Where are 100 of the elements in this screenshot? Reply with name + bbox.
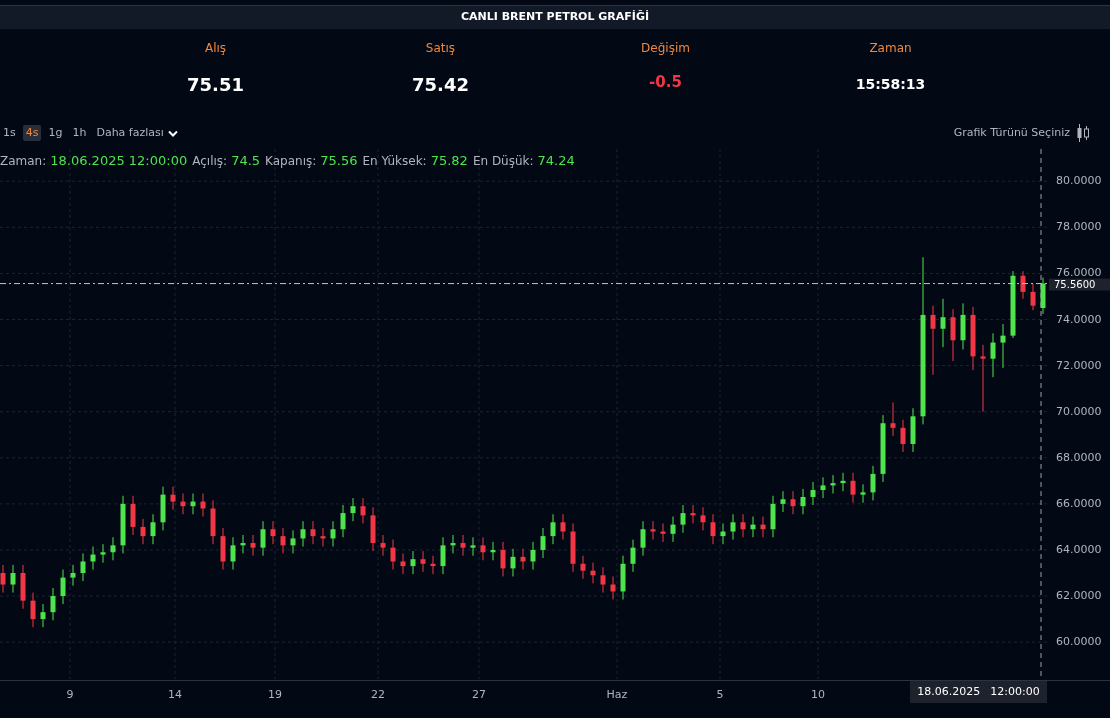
candle bbox=[190, 493, 196, 515]
candle bbox=[240, 534, 246, 554]
candle bbox=[910, 407, 916, 453]
time-axis-label: 27 bbox=[472, 687, 486, 703]
candle bbox=[220, 527, 226, 571]
candle bbox=[630, 539, 636, 573]
candle bbox=[780, 490, 786, 513]
candle bbox=[960, 302, 966, 350]
candle bbox=[520, 548, 526, 571]
candle bbox=[680, 504, 686, 534]
candle bbox=[830, 474, 836, 494]
candle bbox=[1030, 283, 1036, 311]
time-axis-label: 14 bbox=[168, 687, 182, 703]
interval-tab[interactable]: 1s bbox=[0, 125, 19, 141]
candle bbox=[1040, 277, 1046, 315]
candle bbox=[410, 550, 416, 575]
candle bbox=[1020, 270, 1026, 300]
candle bbox=[930, 305, 936, 376]
candle bbox=[560, 513, 566, 541]
time-axis-label: Haz bbox=[606, 687, 628, 703]
candle bbox=[90, 546, 96, 571]
candle bbox=[250, 534, 256, 557]
stat-label: Değişim bbox=[641, 40, 690, 57]
candle bbox=[320, 527, 326, 547]
candle bbox=[500, 541, 506, 577]
interval-tab[interactable]: 4s bbox=[22, 125, 42, 141]
candle bbox=[790, 490, 796, 515]
info-label: En Düşük: bbox=[472, 153, 534, 170]
candle bbox=[670, 516, 676, 543]
candle bbox=[620, 555, 626, 600]
y-axis-label: 74.0000 bbox=[1056, 312, 1102, 326]
candle bbox=[840, 472, 846, 492]
chart-type-button[interactable]: Grafik Türünü Seçiniz bbox=[953, 123, 1090, 143]
candle bbox=[760, 516, 766, 538]
candle bbox=[120, 495, 126, 554]
candle bbox=[430, 555, 436, 575]
stat-label: Alış bbox=[204, 40, 227, 57]
candle bbox=[270, 520, 276, 545]
price-marker: 75.5600 bbox=[1049, 278, 1110, 291]
y-axis-label: 80.0000 bbox=[1056, 174, 1102, 188]
candle bbox=[570, 522, 576, 573]
candle bbox=[610, 575, 616, 600]
info-value: 75.82 bbox=[430, 152, 468, 170]
candle bbox=[180, 493, 186, 515]
stat-label: Satış bbox=[425, 40, 456, 57]
chart-title: CANLI BRENT PETROL GRAFİĞİ bbox=[0, 5, 1110, 29]
candle bbox=[880, 414, 886, 483]
y-axis-label: 72.0000 bbox=[1056, 358, 1102, 372]
candle bbox=[490, 541, 496, 561]
candle bbox=[60, 569, 66, 605]
candle bbox=[970, 306, 976, 371]
stat-value: 15:58:13 bbox=[855, 75, 926, 94]
chevron-down-icon bbox=[167, 129, 178, 137]
stat-value: 75.51 bbox=[187, 73, 244, 97]
y-axis-label: 76.0000 bbox=[1056, 266, 1102, 280]
y-axis-label: 60.0000 bbox=[1056, 635, 1102, 649]
candle bbox=[100, 543, 106, 564]
candle bbox=[20, 564, 26, 610]
candle bbox=[690, 504, 696, 524]
candle bbox=[580, 555, 586, 580]
candle bbox=[170, 486, 176, 511]
candle bbox=[810, 481, 816, 506]
more-dropdown[interactable]: Daha fazlası bbox=[93, 124, 181, 142]
candle bbox=[160, 486, 166, 531]
y-axis-label: 66.0000 bbox=[1056, 496, 1102, 510]
candle bbox=[510, 548, 516, 577]
interval-tab[interactable]: 1g bbox=[45, 125, 66, 141]
candle bbox=[1000, 323, 1006, 369]
candle bbox=[650, 520, 656, 541]
interval-tab[interactable]: 1h bbox=[69, 125, 90, 141]
candle bbox=[990, 332, 996, 378]
candle bbox=[210, 499, 216, 545]
y-axis-label: 62.0000 bbox=[1056, 589, 1102, 603]
stat-label: Zaman bbox=[869, 40, 912, 57]
stat-value: 75.42 bbox=[412, 73, 469, 97]
stat-value: -0.5 bbox=[649, 72, 682, 93]
info-value: 74.5 bbox=[231, 152, 261, 170]
candle bbox=[260, 520, 266, 557]
candle bbox=[400, 552, 406, 575]
candle bbox=[290, 529, 296, 554]
candle bbox=[340, 504, 346, 538]
candlestick-icon bbox=[1076, 123, 1090, 143]
candle bbox=[0, 564, 6, 594]
crosshair-date: 18.06.2025 bbox=[917, 683, 981, 700]
candle bbox=[740, 513, 746, 538]
candle bbox=[480, 536, 486, 561]
info-label: En Yüksek: bbox=[362, 153, 427, 170]
candle bbox=[390, 539, 396, 571]
candle bbox=[720, 522, 726, 545]
candle bbox=[640, 520, 646, 557]
candle bbox=[850, 472, 856, 504]
time-axis-label: 10 bbox=[811, 687, 825, 703]
candle bbox=[230, 536, 236, 571]
candle bbox=[140, 518, 146, 545]
candle bbox=[300, 520, 306, 547]
candle bbox=[660, 522, 666, 543]
info-value: 74.24 bbox=[537, 152, 575, 170]
candle bbox=[530, 541, 536, 571]
candle bbox=[380, 534, 386, 557]
y-axis-label: 78.0000 bbox=[1056, 220, 1102, 234]
